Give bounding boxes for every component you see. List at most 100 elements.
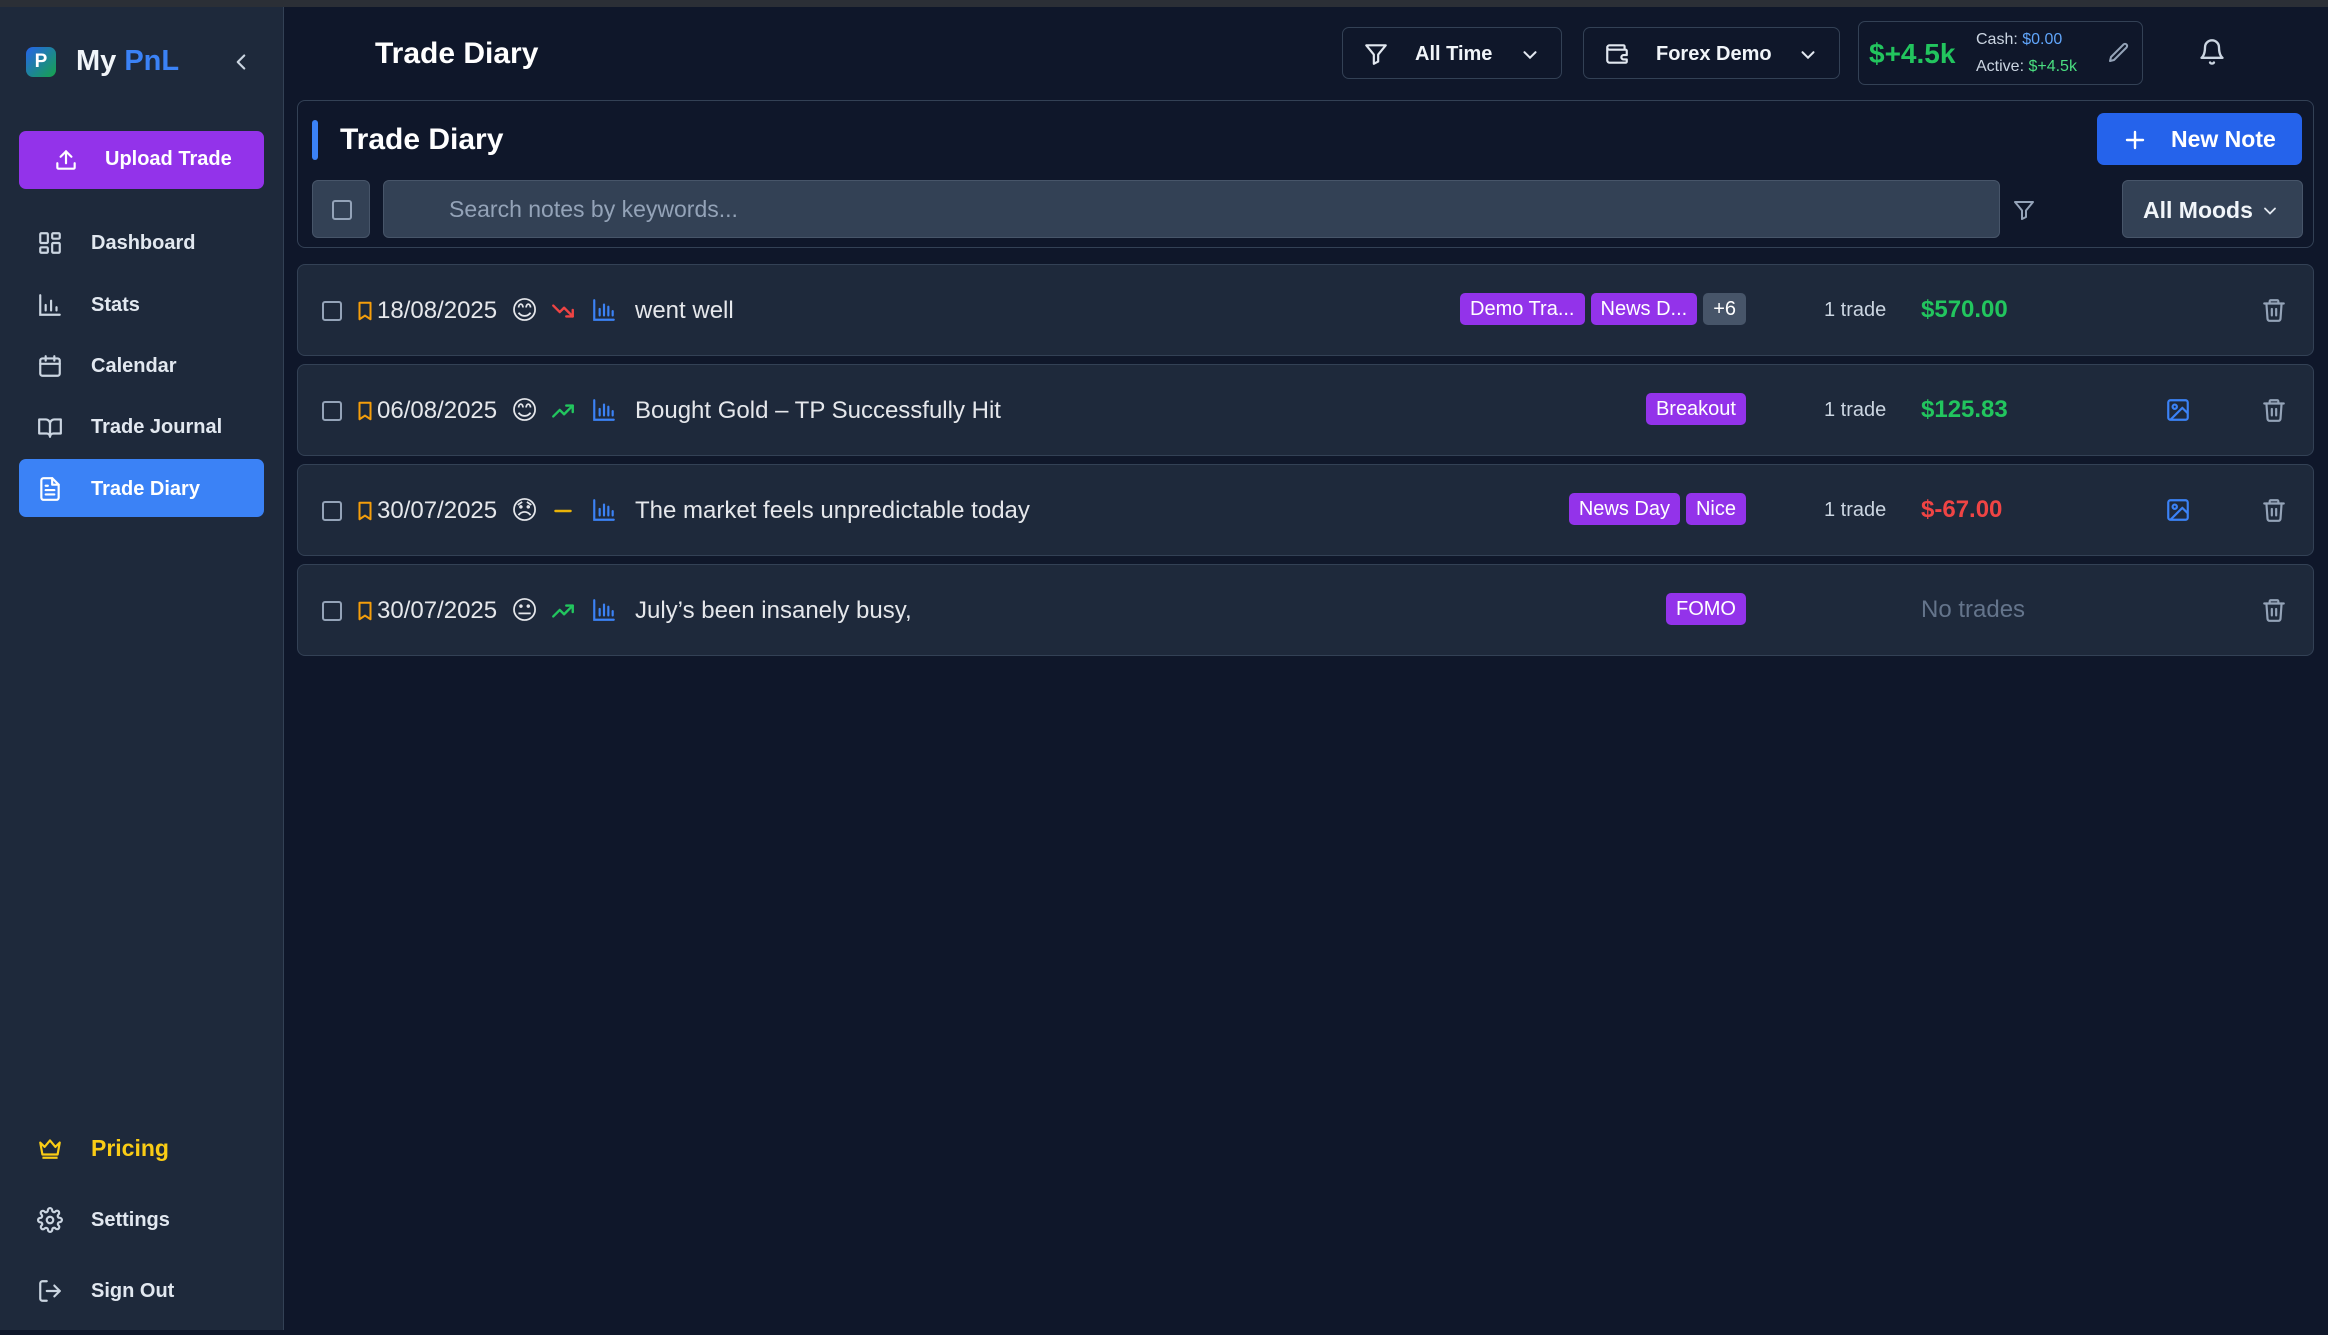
note-checkbox[interactable]	[322, 601, 342, 621]
sidebar-item-stats[interactable]: Stats	[19, 275, 264, 333]
note-checkbox[interactable]	[322, 501, 342, 521]
note-title[interactable]: July’s been insanely busy,	[635, 597, 912, 625]
trade-count: 1 trade	[1824, 499, 1887, 521]
note-tag[interactable]: Breakout	[1645, 393, 1746, 425]
sidebar-item-settings[interactable]: Settings	[19, 1190, 264, 1248]
bar-chart-icon[interactable]	[591, 597, 617, 623]
brand[interactable]: P My PnL	[26, 45, 179, 78]
upload-icon	[53, 147, 79, 173]
note-pnl: No trades	[1921, 596, 2026, 623]
time-filter-dropdown[interactable]: All Time	[1342, 27, 1562, 79]
collapse-sidebar-button[interactable]	[228, 49, 254, 75]
note-row[interactable]: 18/08/2025 😊 went well Demo Tra... News D…	[297, 264, 2314, 356]
title-accent-bar	[312, 120, 318, 160]
sidebar-item-label: Calendar	[91, 355, 177, 377]
mood-filter-icon[interactable]	[2012, 198, 2036, 222]
dashboard-icon	[37, 230, 63, 256]
bookmark-icon[interactable]	[354, 498, 376, 524]
mood-filter-dropdown[interactable]: All Moods	[2122, 180, 2303, 238]
note-title[interactable]: went well	[635, 297, 734, 325]
wallet-icon	[1604, 41, 1630, 67]
note-row[interactable]: 30/07/2025 😐 July’s been insanely busy, …	[297, 564, 2314, 656]
note-tag[interactable]: News Day	[1568, 493, 1680, 525]
note-tags: News Day Nice	[1568, 493, 1746, 525]
edit-balance-icon[interactable]	[2107, 41, 2131, 65]
sidebar-item-sign-out[interactable]: Sign Out	[19, 1261, 264, 1319]
search-input[interactable]	[384, 181, 1999, 237]
notifications-bell-icon[interactable]	[2198, 38, 2226, 66]
new-note-label: New Note	[2171, 126, 2276, 152]
sign-out-icon	[37, 1278, 63, 1304]
plus-icon	[2123, 128, 2147, 152]
note-row[interactable]: 06/08/2025 😊 Bought Gold – TP Successful…	[297, 364, 2314, 456]
note-tag[interactable]: Demo Tra...	[1460, 293, 1585, 325]
delete-trash-icon[interactable]	[2261, 297, 2287, 323]
bookmark-icon[interactable]	[354, 298, 376, 324]
note-tag[interactable]: Nice	[1685, 493, 1746, 525]
note-tags: FOMO	[1666, 593, 1746, 625]
brand-name: My PnL	[76, 45, 180, 77]
sidebar-item-label: Dashboard	[91, 232, 196, 254]
bar-chart-icon[interactable]	[591, 497, 617, 523]
sidebar-item-dashboard[interactable]: Dashboard	[19, 213, 264, 271]
active-balance: Active: $+4.5k	[1976, 58, 2077, 75]
calendar-icon	[37, 353, 63, 379]
trend-down-icon	[550, 298, 576, 324]
note-tag[interactable]: News D...	[1590, 293, 1698, 325]
note-checkbox[interactable]	[322, 301, 342, 321]
chevron-down-icon	[1797, 44, 1819, 66]
account-dropdown[interactable]: Forex Demo	[1583, 27, 1840, 79]
image-icon[interactable]	[2165, 497, 2191, 523]
diary-toolbar-panel: Trade Diary New Note All Moods	[297, 100, 2314, 248]
note-tag[interactable]: FOMO	[1666, 593, 1746, 625]
chevron-left-icon	[236, 54, 246, 70]
note-title[interactable]: Bought Gold – TP Successfully Hit	[635, 397, 1001, 425]
note-tags: Demo Tra... News D... +6	[1460, 293, 1746, 325]
sidebar-item-label: Trade Journal	[91, 416, 223, 438]
sidebar-item-label: Trade Diary	[91, 478, 200, 500]
mood-emoji-icon: 😞	[511, 495, 539, 525]
trade-count: 1 trade	[1824, 299, 1887, 321]
more-tags-badge[interactable]: +6	[1703, 293, 1746, 325]
window-top-edge	[0, 0, 2328, 7]
document-icon	[37, 476, 63, 502]
checkbox	[332, 200, 352, 220]
select-all-checkbox[interactable]	[312, 180, 370, 238]
brand-logo-icon: P	[26, 46, 56, 77]
bar-chart-icon[interactable]	[591, 397, 617, 423]
note-pnl: $-67.00	[1921, 496, 2003, 523]
sidebar-item-calendar[interactable]: Calendar	[19, 336, 264, 394]
sidebar-item-pricing[interactable]: Pricing	[19, 1118, 264, 1176]
delete-trash-icon[interactable]	[2261, 397, 2287, 423]
sidebar: P My PnL Upload Trade Dashboard Stats Ca…	[0, 7, 284, 1330]
mood-emoji-icon: 😊	[511, 295, 539, 325]
mood-filter-value: All Moods	[2143, 197, 2253, 223]
image-icon[interactable]	[2165, 397, 2191, 423]
sidebar-item-trade-diary[interactable]: Trade Diary	[19, 459, 264, 517]
note-row[interactable]: 30/07/2025 😞 The market feels unpredicta…	[297, 464, 2314, 556]
note-pnl: $125.83	[1921, 396, 2008, 423]
mood-emoji-icon: 😐	[511, 595, 539, 625]
sidebar-item-label: Settings	[91, 1209, 170, 1231]
sidebar-item-trade-journal[interactable]: Trade Journal	[19, 397, 264, 455]
top-header: Trade Diary All Time Forex Demo $+4.5k C…	[285, 7, 2328, 97]
new-note-button[interactable]: New Note	[2097, 113, 2302, 165]
delete-trash-icon[interactable]	[2261, 597, 2287, 623]
cash-balance: Cash: $0.00	[1976, 31, 2063, 48]
trend-flat-icon	[550, 498, 576, 524]
upload-trade-button[interactable]: Upload Trade	[19, 131, 264, 189]
bookmark-icon[interactable]	[354, 398, 376, 424]
note-checkbox[interactable]	[322, 401, 342, 421]
balance-summary: $+4.5k Cash: $0.00 Active: $+4.5k	[1858, 21, 2143, 85]
mood-emoji-icon: 😊	[511, 395, 539, 425]
note-date: 30/07/2025	[377, 497, 498, 524]
trade-count: 1 trade	[1824, 399, 1887, 421]
time-filter-value: All Time	[1415, 43, 1493, 65]
note-title[interactable]: The market feels unpredictable today	[635, 497, 1030, 525]
book-icon	[37, 414, 63, 440]
delete-trash-icon[interactable]	[2261, 497, 2287, 523]
sidebar-item-label: Sign Out	[91, 1280, 175, 1302]
search-field[interactable]	[383, 180, 2000, 238]
bar-chart-icon[interactable]	[591, 297, 617, 323]
bookmark-icon[interactable]	[354, 598, 376, 624]
